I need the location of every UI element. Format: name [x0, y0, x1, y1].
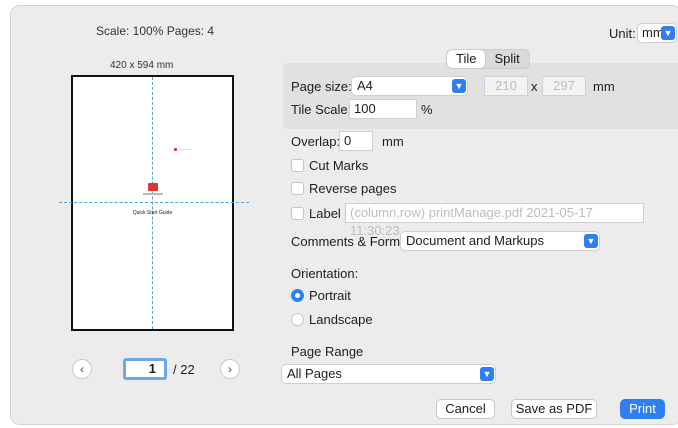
landscape-label: Landscape — [309, 312, 373, 327]
label-format-input[interactable]: (column,row) printManage.pdf 2021-05-17 … — [345, 203, 644, 238]
landscape-radio[interactable] — [291, 313, 304, 326]
chevron-down-icon: ▼ — [661, 26, 675, 40]
chevron-down-icon: ▼ — [480, 367, 494, 381]
tile-settings-panel — [283, 63, 678, 129]
chevron-down-icon: ▼ — [584, 234, 598, 248]
current-page-input[interactable]: 1 — [123, 358, 167, 380]
page-height-input[interactable]: 297 — [542, 76, 586, 96]
page-range-select[interactable]: All Pages ▼ — [281, 364, 496, 384]
times-label: x — [531, 79, 538, 94]
page-size-value: A4 — [357, 78, 373, 93]
page-width-input[interactable]: 210 — [484, 76, 528, 96]
overlap-unit: mm — [382, 134, 404, 149]
tile-guide-horizontal — [59, 202, 249, 203]
unit-select[interactable]: mm ▼ — [637, 23, 677, 43]
page-preview: Quick Start Guide — [59, 75, 249, 331]
tile-scale-label: Tile Scale: — [291, 102, 352, 117]
chevron-down-icon: ▼ — [452, 79, 466, 93]
chevron-left-icon: ‹ — [80, 362, 84, 376]
cancel-button[interactable]: Cancel — [436, 399, 495, 419]
comments-forms-value: Document and Markups — [406, 233, 545, 248]
orientation-label: Orientation: — [291, 266, 359, 281]
page-size-label: Page size: — [291, 79, 352, 94]
tile-scale-unit: % — [421, 102, 433, 117]
print-button[interactable]: Print — [620, 399, 665, 419]
chevron-right-icon: › — [228, 362, 232, 376]
overlap-input[interactable]: 0 — [339, 131, 373, 151]
unit-label: Unit: — [609, 26, 636, 41]
overlap-label: Overlap: — [291, 134, 341, 149]
page-range-value: All Pages — [287, 366, 342, 381]
tab-split[interactable]: Split — [485, 50, 528, 68]
tile-guide-vertical — [152, 77, 153, 329]
label-checkbox[interactable] — [291, 207, 304, 220]
page-range-label: Page Range — [291, 344, 364, 359]
portrait-radio[interactable] — [291, 289, 304, 302]
comments-forms-select[interactable]: Document and Markups ▼ — [400, 231, 600, 251]
label-option-label: Label — [309, 206, 341, 221]
tab-tile[interactable]: Tile — [447, 50, 486, 68]
portrait-label: Portrait — [309, 288, 351, 303]
paper-size-label: 420 x 594 mm — [110, 60, 174, 71]
tile-scale-input[interactable]: 100 — [349, 99, 417, 119]
comments-forms-label: Comments & Forms: — [291, 234, 411, 249]
logo-caption — [143, 193, 163, 195]
size-unit-label: mm — [593, 79, 615, 94]
next-page-button[interactable]: › — [220, 359, 240, 379]
cut-marks-checkbox[interactable] — [291, 159, 304, 172]
reverse-pages-checkbox[interactable] — [291, 182, 304, 195]
preview-doc-title: Quick Start Guide — [132, 210, 173, 216]
reverse-pages-label: Reverse pages — [309, 181, 397, 196]
cut-marks-label: Cut Marks — [309, 158, 369, 173]
scale-pages-info: Scale: 100% Pages: 4 — [96, 24, 215, 38]
prev-page-button[interactable]: ‹ — [72, 359, 92, 379]
pdf-logo-icon — [148, 183, 158, 191]
total-pages: / 22 — [173, 362, 195, 377]
print-dialog: Scale: 100% Pages: 4 420 x 594 mm Quick … — [10, 5, 678, 425]
mini-text-line — [179, 149, 191, 150]
mode-segmented-control: Tile Split — [446, 49, 530, 69]
mini-logo-icon — [174, 148, 177, 151]
page-size-select[interactable]: A4 ▼ — [351, 76, 468, 96]
save-as-pdf-button[interactable]: Save as PDF — [511, 399, 597, 419]
